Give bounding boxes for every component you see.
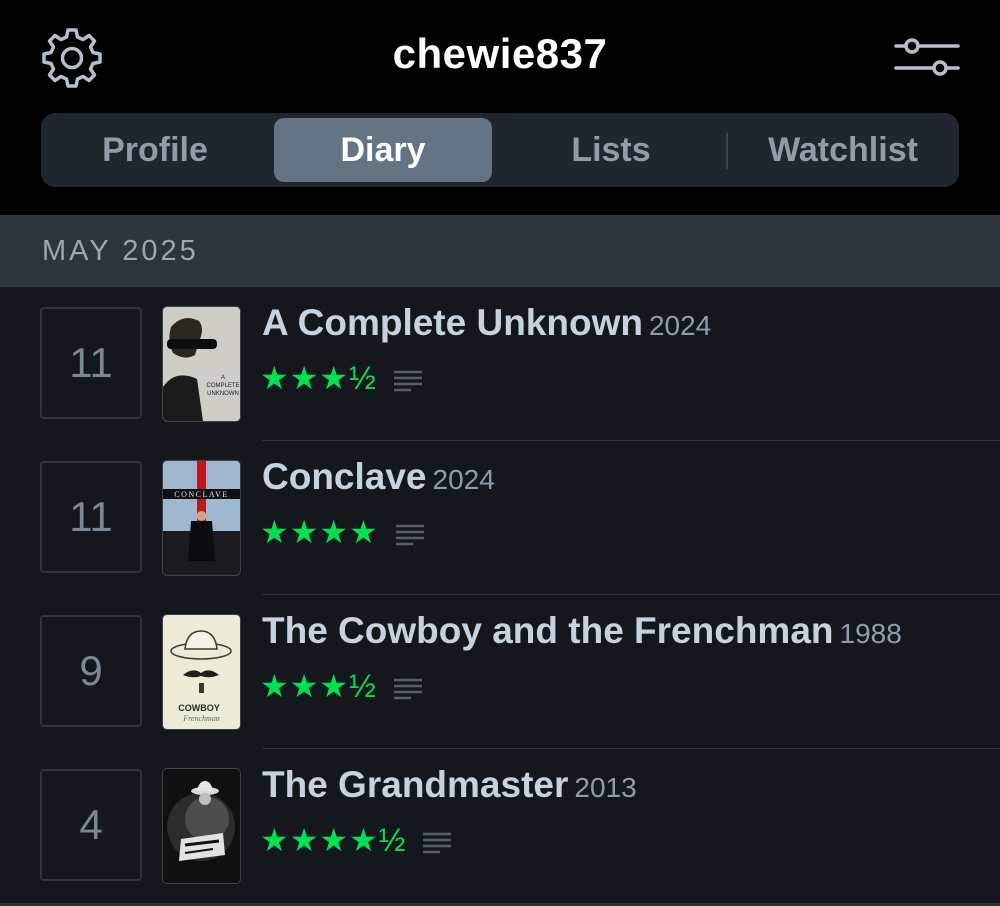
star-rating: ★★★½ xyxy=(260,359,423,397)
diary-day: 11 xyxy=(40,461,142,573)
film-poster[interactable]: A COMPLETE UNKNOWN xyxy=(163,307,240,421)
diary-entry[interactable]: 9 COWBOY Frenchman The Cowboy and the Fr… xyxy=(0,595,1000,749)
film-title: The Grandmaster xyxy=(262,764,569,805)
diary-entry[interactable]: 11 A COMPLETE UNKNOWN A Complete Unknown… xyxy=(0,287,1000,441)
diary-entry[interactable]: 11 CONCLAVE Conclave 2024 ★★★★ xyxy=(0,441,1000,595)
top-bar: chewie837 Profile Diary Lists Watchlist xyxy=(0,0,1000,215)
svg-text:COMPLETE: COMPLETE xyxy=(206,383,239,389)
rating-stars: ★★★★ xyxy=(260,514,379,550)
review-text-icon xyxy=(393,370,422,391)
star-rating: ★★★★ xyxy=(260,513,425,551)
film-title-row: The Grandmaster 2013 xyxy=(262,764,637,806)
tab-watchlist[interactable]: Watchlist xyxy=(733,118,953,182)
profile-tabs: Profile Diary Lists Watchlist xyxy=(41,113,959,187)
svg-text:A: A xyxy=(221,375,225,381)
film-year: 2024 xyxy=(648,310,712,341)
film-title-row: A Complete Unknown 2024 xyxy=(262,302,711,344)
svg-text:Frenchman: Frenchman xyxy=(182,714,220,723)
month-section-header: MAY 2025 xyxy=(0,215,1000,287)
svg-text:COWBOY: COWBOY xyxy=(178,703,220,713)
rating-stars: ★★★½ xyxy=(260,360,377,396)
svg-text:CONCLAVE: CONCLAVE xyxy=(174,490,229,499)
review-text-icon xyxy=(423,832,452,853)
tab-profile[interactable]: Profile xyxy=(46,118,264,182)
film-year: 2013 xyxy=(574,772,637,803)
review-text-icon xyxy=(393,678,422,699)
film-poster[interactable]: COWBOY Frenchman xyxy=(163,615,240,729)
film-title: The Cowboy and the Frenchman xyxy=(262,610,834,651)
diary-entry[interactable]: 4 The Grandmaster 2013 ★★★★½ xyxy=(0,749,1000,903)
film-year: 2024 xyxy=(432,464,495,495)
diary-day: 11 xyxy=(40,307,142,419)
film-poster[interactable]: CONCLAVE xyxy=(163,461,240,575)
star-rating: ★★★★½ xyxy=(260,821,452,859)
tab-lists[interactable]: Lists xyxy=(502,118,720,182)
film-year: 1988 xyxy=(839,618,902,649)
tab-divider xyxy=(726,133,728,169)
tab-diary[interactable]: Diary xyxy=(274,118,492,182)
film-title-row: Conclave 2024 xyxy=(262,456,495,498)
rating-stars: ★★★★½ xyxy=(260,822,407,858)
review-text-icon xyxy=(395,524,424,545)
diary-day: 4 xyxy=(40,769,142,881)
film-title: A Complete Unknown xyxy=(262,302,643,343)
film-poster[interactable] xyxy=(163,769,240,883)
rating-stars: ★★★½ xyxy=(260,668,377,704)
sliders-icon[interactable] xyxy=(892,32,962,82)
film-title: Conclave xyxy=(262,456,427,497)
month-label: MAY 2025 xyxy=(42,235,199,267)
diary-day: 9 xyxy=(40,615,142,727)
film-title-row: The Cowboy and the Frenchman 1988 xyxy=(262,610,902,652)
svg-text:UNKNOWN: UNKNOWN xyxy=(207,391,239,397)
profile-username: chewie837 xyxy=(392,30,608,77)
star-rating: ★★★½ xyxy=(260,667,423,705)
